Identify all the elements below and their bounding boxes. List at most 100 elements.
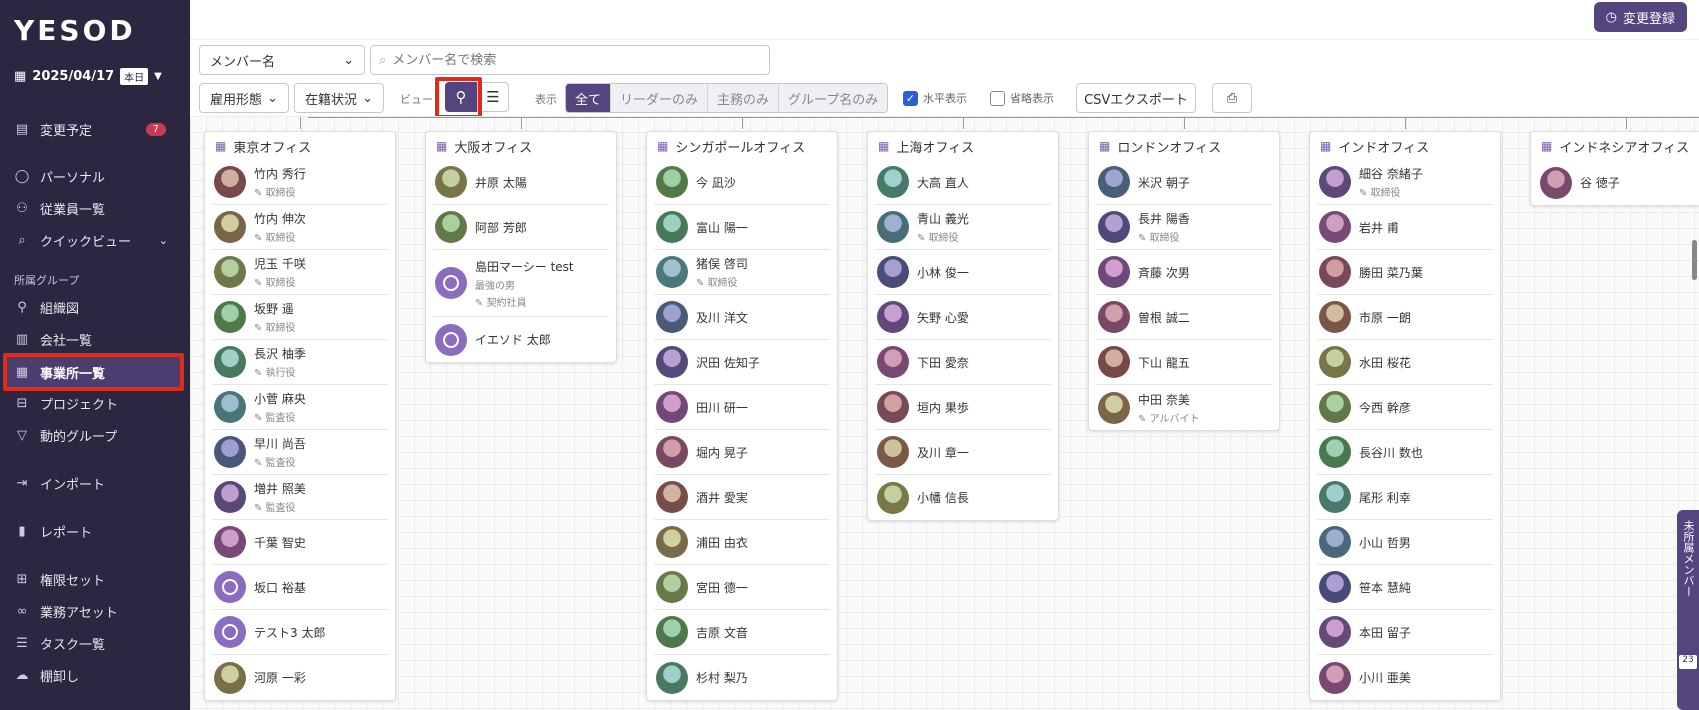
date-selector[interactable]: ▦ 2025/04/17 本日 ▼ [14,68,162,85]
employment-type-filter[interactable]: 雇用形態 ⌄ [199,83,289,113]
sidebar-item-changes[interactable]: ▤ 変更予定 7 [14,114,180,144]
member-row[interactable]: 堀内 晃子 [654,430,830,475]
csv-export-button[interactable]: CSVエクスポート [1076,83,1196,113]
sidebar-item-employees[interactable]: ⚇ 従業員一覧 [14,193,180,223]
member-row[interactable]: 小山 哲男 [1317,520,1493,565]
enrollment-status-filter[interactable]: 在籍状況 ⌄ [294,83,384,113]
member-row[interactable]: 下山 龍五 [1096,340,1272,385]
member-row[interactable]: 長井 陽香取締役 [1096,205,1272,250]
member-row[interactable]: 富山 陽一 [654,205,830,250]
member-row[interactable]: 浦田 由衣 [654,520,830,565]
sidebar-item-inventory[interactable]: ☁ 棚卸し [14,660,180,690]
member-row[interactable]: 田川 研一 [654,385,830,430]
member-row[interactable]: 千葉 智史 [212,520,388,565]
sidebar-item-quickview[interactable]: ⌕ クイックビュー ⌄ [14,225,180,255]
member-row[interactable]: 細谷 奈緒子取締役 [1317,160,1493,205]
office-card-header[interactable]: ▦ ロンドンオフィス [1089,132,1279,160]
member-row[interactable]: 坂野 遥取締役 [212,295,388,340]
member-row[interactable]: 今 凪沙 [654,160,830,205]
checkbox-checked[interactable]: ✓ [903,90,918,106]
member-row[interactable]: 小川 亜美 [1317,655,1493,700]
sidebar-item-tasks[interactable]: ☰ タスク一覧 [14,628,180,658]
member-row[interactable]: 児玉 千咲取締役 [212,250,388,295]
sidebar-item-permission-sets[interactable]: ⊞ 権限セット [14,564,180,594]
sidebar-item-projects[interactable]: ⊟ プロジェクト [14,388,180,418]
member-row[interactable]: 増井 照美監査役 [212,475,388,520]
office-card[interactable]: ▦ 上海オフィス大高 直人青山 義光取締役小林 俊一矢野 心愛下田 愛奈垣内 果歩… [867,131,1059,521]
vertical-scrollbar[interactable] [1692,240,1697,280]
member-row[interactable]: 尾形 利幸 [1317,475,1493,520]
member-row[interactable]: 及川 洋文 [654,295,830,340]
office-card[interactable]: ▦東京オフィス竹内 秀行取締役竹内 伸次取締役児玉 千咲取締役坂野 遥取締役長沢… [204,131,396,701]
member-row[interactable]: 本田 留子 [1317,610,1493,655]
sidebar-item-org-chart[interactable]: ⚲ 組織図 [14,292,180,322]
change-register-button[interactable]: ◷ 変更登録 [1593,2,1687,32]
member-row[interactable]: 早川 尚吾監査役 [212,430,388,475]
member-row[interactable]: 勝田 菜乃葉 [1317,250,1493,295]
member-row[interactable]: 谷 徳子 [1538,160,1699,205]
office-card-header[interactable]: ▦ 東京オフィス [205,132,395,160]
member-row[interactable]: 酒井 愛実 [654,475,830,520]
office-card-header[interactable]: ▦ 上海オフィス [868,132,1058,160]
org-canvas[interactable]: ▦東京オフィス竹内 秀行取締役竹内 伸次取締役児玉 千咲取締役坂野 遥取締役長沢… [190,116,1699,710]
member-row[interactable]: 市原 一朗 [1317,295,1493,340]
office-card-header[interactable]: ▦ インドオフィス [1310,132,1500,160]
member-row[interactable]: 矢野 心愛 [875,295,1051,340]
member-row[interactable]: イエソド 太郎 [433,317,609,362]
member-row[interactable]: 笹本 慧純 [1317,565,1493,610]
member-row[interactable]: 水田 桜花 [1317,340,1493,385]
office-card-header[interactable]: ▦ シンガポールオフィス [647,132,837,160]
member-row[interactable]: 及川 章一 [875,430,1051,475]
member-row[interactable]: 中田 奈美アルバイト [1096,385,1272,430]
abbrev-toggle[interactable]: 省略表示 [990,90,1054,106]
member-row[interactable]: 斉藤 次男 [1096,250,1272,295]
sidebar-item-personal[interactable]: ◯ パーソナル [14,161,180,191]
member-row[interactable]: 今西 幹彦 [1317,385,1493,430]
member-row[interactable]: 大高 直人 [875,160,1051,205]
member-row[interactable]: 河原 一彩 [212,655,388,700]
display-all-option[interactable]: 全て [566,84,612,112]
member-row[interactable]: 垣内 果歩 [875,385,1051,430]
display-primary-option[interactable]: 主務のみ [708,84,780,112]
checkbox-unchecked[interactable] [990,90,1005,106]
member-row[interactable]: 杉村 梨乃 [654,655,830,700]
horizontal-toggle[interactable]: ✓ 水平表示 [903,90,967,106]
member-row[interactable]: 米沢 朝子 [1096,160,1272,205]
print-button[interactable]: ⎙ [1212,83,1252,113]
sidebar-item-assets[interactable]: ∞ 業務アセット [14,596,180,626]
member-row[interactable]: テスト3 太郎 [212,610,388,655]
search-box[interactable]: ⌕ [370,45,770,75]
member-row[interactable]: 小菅 麻央監査役 [212,385,388,430]
app-logo[interactable]: YESOD [14,14,136,47]
member-row[interactable]: 曽根 誠二 [1096,295,1272,340]
office-card[interactable]: ▦ インドネシアオフィス谷 徳子 [1530,131,1699,206]
sidebar-item-report[interactable]: ▮ レポート [14,516,180,546]
member-row[interactable]: 長谷川 数也 [1317,430,1493,475]
display-leaders-option[interactable]: リーダーのみ [611,84,709,112]
office-card-header[interactable]: ▦ 大阪オフィス [426,132,616,160]
office-card[interactable]: ▦ 大阪オフィス井原 太陽阿部 芳郎島田マーシー test 最強の男契約社員イエソド… [425,131,617,363]
member-row[interactable]: 沢田 佐知子 [654,340,830,385]
member-row[interactable]: 阿部 芳郎 [433,205,609,250]
member-row[interactable]: 井原 太陽 [433,160,609,205]
member-row[interactable]: 青山 義光取締役 [875,205,1051,250]
member-row[interactable]: 下田 愛奈 [875,340,1051,385]
member-row[interactable]: 吉原 文音 [654,610,830,655]
office-card[interactable]: ▦ ロンドンオフィス米沢 朝子長井 陽香取締役斉藤 次男曽根 誠二下山 龍五中田 … [1088,131,1280,431]
unassigned-members-tab[interactable]: 未所属メンバー [1677,510,1699,710]
member-row[interactable]: 猪俣 啓司取締役 [654,250,830,295]
search-input[interactable] [392,52,753,68]
member-row[interactable]: 竹内 秀行取締役 [212,160,388,205]
member-row[interactable]: 坂口 裕基 [212,565,388,610]
sidebar-item-companies[interactable]: ▥ 会社一覧 [14,324,180,354]
member-row[interactable]: 岩井 甫 [1317,205,1493,250]
office-card-header[interactable]: ▦ インドネシアオフィス [1531,132,1699,160]
office-card[interactable]: ▦ インドオフィス細谷 奈緒子取締役岩井 甫勝田 菜乃葉市原 一朗水田 桜花今西 … [1309,131,1501,701]
display-group-names-option[interactable]: グループ名のみ [779,84,888,112]
sidebar-item-dynamic-groups[interactable]: ▽ 動的グループ [14,420,180,450]
member-row[interactable]: 宮田 德一 [654,565,830,610]
member-row[interactable]: 小林 俊一 [875,250,1051,295]
sidebar-item-import[interactable]: ⇥ インポート [14,468,180,498]
member-row[interactable]: 長沢 柚季執行役 [212,340,388,385]
office-card[interactable]: ▦ シンガポールオフィス今 凪沙富山 陽一猪俣 啓司取締役及川 洋文沢田 佐知子田… [646,131,838,701]
